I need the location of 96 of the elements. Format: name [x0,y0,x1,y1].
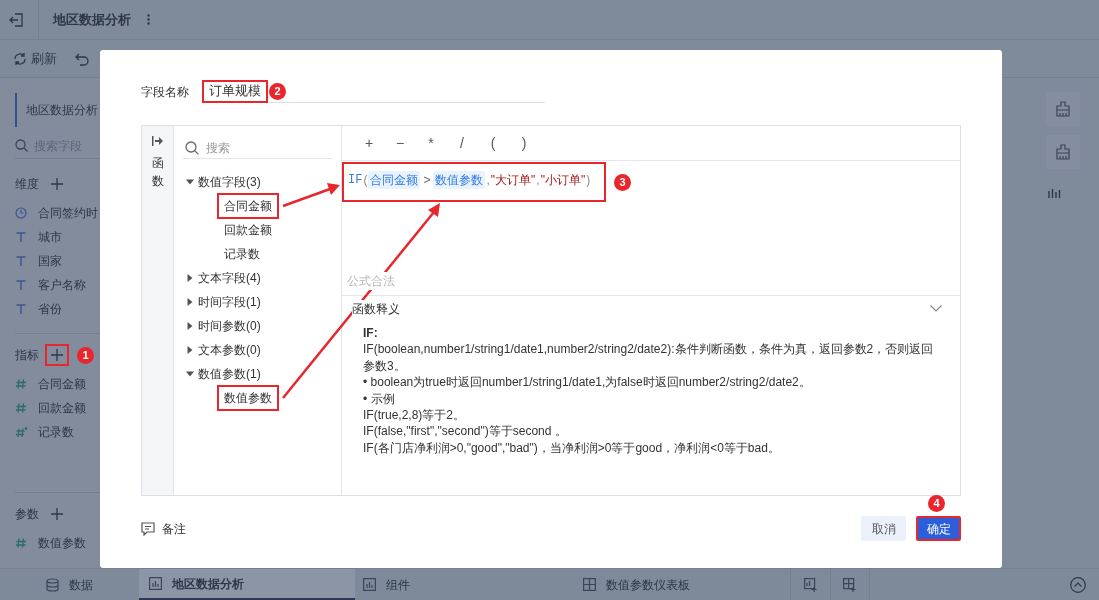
chart-type-icon[interactable] [1048,189,1062,199]
caret-right-icon[interactable] [186,298,194,306]
caret-right-icon[interactable] [186,322,194,330]
exit-icon[interactable] [9,12,23,27]
search-icon [185,140,199,155]
string-literal: "大订单" [490,172,536,189]
sheet-tab[interactable]: 数值参数仪表板 [575,569,790,600]
field-item[interactable]: 国家 [38,252,62,270]
step-badge: 3 [614,174,631,191]
tree-item[interactable]: 合同金额 [217,193,279,219]
cancel-button[interactable]: 取消 [861,516,906,541]
doc-text: IF(true,2,8)等于2。 [363,407,467,424]
doc-text: IF(各门店净利润>0,"good","bad")，当净利润>0等于good，净利润<0等于bad。 [363,439,781,457]
text-type-icon [15,303,28,315]
formula-punctuation: ( [362,172,369,189]
tree-item[interactable]: 时间字段(1) [198,293,261,311]
database-icon [46,577,59,592]
field-item[interactable]: 回款金额 [38,399,86,417]
caret-right-icon[interactable] [186,346,194,354]
add-dashboard-icon[interactable] [830,569,870,600]
report-title: 地区数据分析 [53,10,131,29]
field-item[interactable]: 客户名称 [38,276,86,294]
refresh-icon [13,51,27,66]
add-icon[interactable] [45,344,69,366]
text-type-icon [15,279,28,291]
section-title: 参数 [15,506,39,523]
brush-icon[interactable] [1046,92,1080,126]
formula-punctuation: , [485,172,491,189]
undo-icon[interactable] [75,51,89,66]
formula-punctuation: , [535,172,541,189]
field-item[interactable]: 记录数 [38,423,74,441]
tree-item[interactable]: 文本字段(4) [198,269,261,287]
caret-right-icon[interactable] [186,274,194,282]
function-tab[interactable]: 函数 [151,154,164,190]
more-icon[interactable] [147,14,150,25]
section-title: 维度 [15,176,39,193]
doc-text: • boolean为true时返回number1/string1/date1,为false时返回number2/string2/date2。 [363,374,812,391]
clock-icon [15,207,28,219]
note-button[interactable]: 备注 [141,519,186,538]
tree-item[interactable]: 回款金额 [217,217,279,243]
tree-item[interactable]: 数值字段(3) [198,173,261,191]
hash-icon [15,537,28,549]
text-type-icon [15,231,28,243]
doc-text: IF(boolean,number1/string1/date1,number2/string2/date2):条件判断函数，条件为真，返回参数2，否则返回参数3。 [363,341,935,375]
doc-text: IF(false,"first","second")等于second 。 [363,423,568,440]
formula-operator: > [422,172,432,189]
section-title: 指标 [15,347,39,364]
field-label: 字段名称 [141,83,189,101]
section-title: 函数释义 [352,299,400,318]
operator-button[interactable]: − [394,132,406,154]
caret-down-icon[interactable] [186,370,194,378]
tree-item[interactable]: 数值参数(1) [198,365,261,383]
refresh-button[interactable]: 刷新 [13,48,57,69]
status-text: 公式合法 [347,272,395,290]
sheet-tab[interactable]: 组件 [355,569,575,600]
field-item[interactable]: 合同签约时 [38,204,98,222]
formula-function: IF [348,172,363,189]
field-token: 合同金额 [368,171,421,189]
tree-item[interactable]: 文本参数(0) [198,341,261,359]
doc-text: • 示例 [363,390,396,408]
sheet-tab[interactable]: 数据 [0,569,139,600]
brush-icon[interactable] [1046,135,1080,169]
text-type-icon [15,255,28,267]
field-token: 数值参数 [433,171,486,189]
field-item[interactable]: 合同金额 [38,375,86,393]
string-literal: "小订单" [540,172,586,189]
operator-button[interactable]: + [363,132,375,154]
search-icon [15,139,28,152]
field-item[interactable]: 城市 [38,228,62,246]
formula-punctuation: ) [585,172,592,189]
dashboard-icon [583,578,596,591]
doc-heading: IF: [363,325,379,342]
step-badge: 2 [269,83,286,100]
field-item[interactable]: 数值参数 [38,534,86,552]
expand-icon[interactable] [152,136,163,146]
operator-button[interactable]: ( [487,132,499,154]
step-badge: 1 [77,347,94,364]
step-badge: 4 [928,495,945,512]
field-item[interactable]: 省份 [38,300,62,318]
field-value: 订单规模 [202,79,268,103]
tree-item[interactable]: 时间参数(0) [198,317,261,335]
hash-icon [15,402,28,414]
operator-button[interactable]: ) [518,132,530,154]
operator-button[interactable]: / [456,132,468,154]
comment-icon [141,521,155,536]
operator-button[interactable]: * [425,132,437,154]
tree-item[interactable]: 记录数 [217,241,267,267]
chevron-down-icon[interactable] [930,305,942,312]
sheet-tab[interactable]: 地区数据分析 [139,569,355,600]
name-input[interactable]: 订单规模 2 [202,80,545,103]
bar-chart-icon [363,578,376,591]
hash-icon [15,378,28,390]
tree-item[interactable]: 数值参数 [217,385,279,411]
caret-down-icon[interactable] [186,178,194,186]
bar-chart-icon [149,577,162,590]
hash-icon [15,426,28,438]
